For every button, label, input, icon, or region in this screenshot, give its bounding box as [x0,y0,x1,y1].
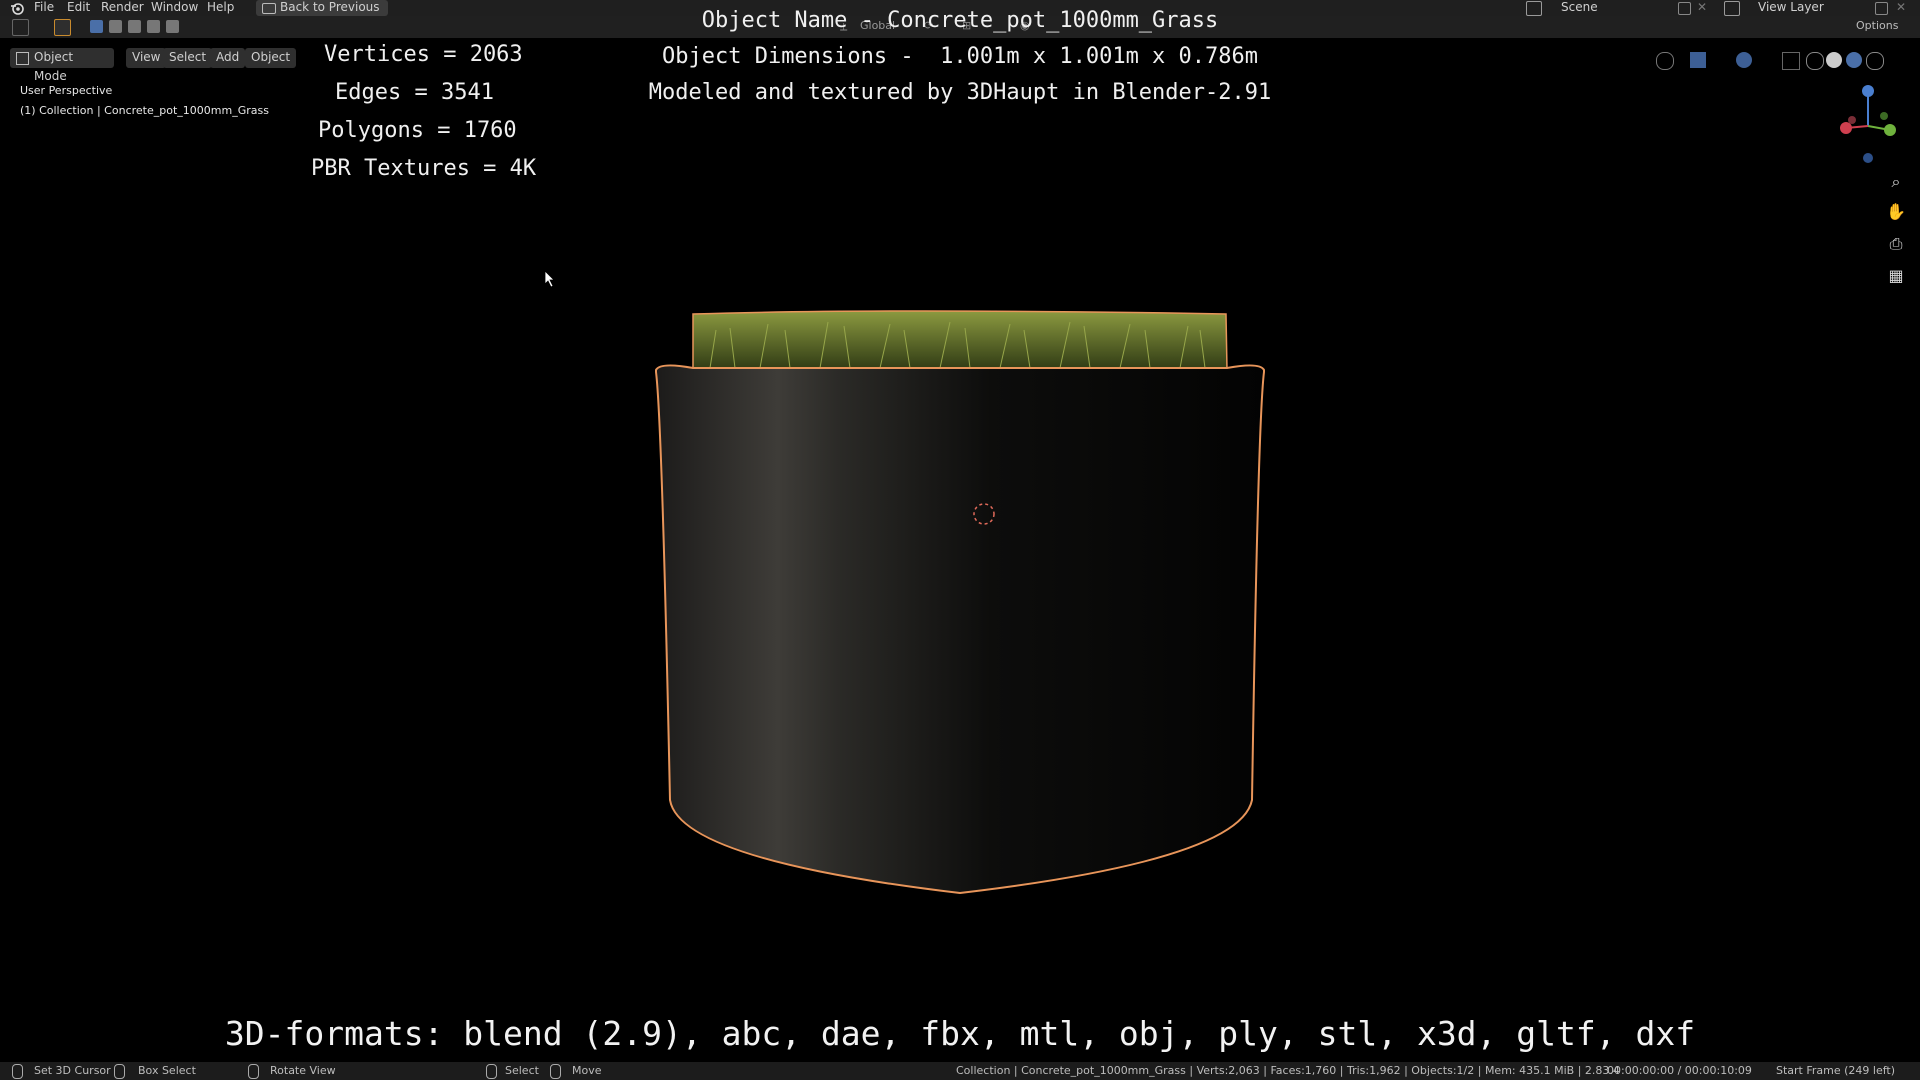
navigation-gizmo[interactable] [1830,82,1906,164]
neg-y-axis-icon[interactable] [1880,112,1888,120]
zoom-icon[interactable]: ⌕ [1884,170,1908,194]
status-box-select: Box Select [138,1064,196,1077]
neg-x-axis-icon[interactable] [1848,116,1856,124]
status-rotate-view: Rotate View [270,1064,336,1077]
pot-body [655,364,1265,895]
start-frame-info: Start Frame (249 left) [1776,1064,1896,1077]
grass-top [692,310,1228,371]
x-axis-icon[interactable] [1840,122,1852,134]
polygons-count: Polygons = 1760 [318,118,517,143]
right-drag-icon [550,1064,561,1079]
status-move: Move [572,1064,602,1077]
status-set-3d-cursor: Set 3D Cursor [34,1064,111,1077]
status-bar: Set 3D Cursor Box Select Rotate View Sel… [0,1062,1920,1080]
camera-view-icon[interactable]: ⎙ [1884,232,1908,256]
perspective-grid-icon[interactable]: ▦ [1884,264,1908,288]
viewport-collection-label: (1) Collection | Concrete_pot_1000mm_Gra… [20,104,269,117]
concrete-pot-object[interactable] [640,300,1280,900]
left-mouse-icon [12,1064,23,1079]
drag-mouse-icon [114,1064,125,1079]
z-axis-icon[interactable] [1862,85,1874,97]
left-click-icon [486,1064,497,1079]
object-dimensions: Object Dimensions - 1.001m x 1.001m x 0.… [661,44,1259,69]
middle-mouse-icon [248,1064,259,1079]
credits-text: Modeled and textured by 3DHaupt in Blend… [648,80,1272,105]
mouse-cursor-icon [544,270,555,288]
textures-info: PBR Textures = 4K [311,156,537,181]
formats-caption: 3D-formats: blend (2.9), abc, dae, fbx, … [224,1014,1696,1053]
playback-time: 00:00:00:00 / 00:00:10:09 [1607,1064,1752,1077]
pan-hand-icon[interactable]: ✋ [1884,200,1908,224]
y-axis-icon[interactable] [1884,124,1896,136]
status-select: Select [505,1064,539,1077]
object-name-title: Object Name - Concrete_pot_1000mm_Grass [701,8,1219,33]
neg-z-axis-icon[interactable] [1863,153,1873,163]
scene-statistics: Collection | Concrete_pot_1000mm_Grass |… [956,1064,1620,1077]
